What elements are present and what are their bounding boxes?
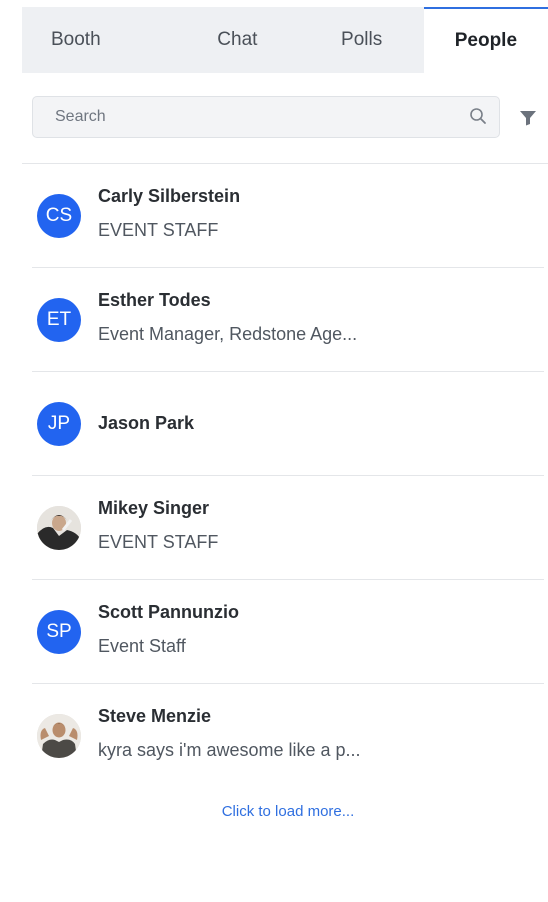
search-input[interactable] — [33, 97, 475, 137]
tab-people[interactable]: People — [423, 7, 548, 73]
person-name: Jason Park — [98, 413, 195, 433]
load-more-link[interactable]: Click to load more... — [0, 803, 548, 820]
search-box — [32, 96, 500, 138]
avatar: CS — [37, 194, 81, 238]
list-item[interactable]: CS Carly Silberstein EVENT STAFF — [32, 164, 544, 268]
search-row — [32, 96, 548, 140]
list-item[interactable]: ET Esther Todes Event Manager, Redstone … — [32, 268, 544, 372]
filter-icon[interactable] — [519, 110, 537, 126]
list-item[interactable]: Mikey Singer EVENT STAFF — [32, 476, 544, 580]
person-title: Event Staff — [98, 636, 186, 656]
tab-bar: Booth Chat Polls People — [22, 7, 548, 73]
tab-polls[interactable]: Polls — [300, 7, 424, 73]
person-name: Esther Todes — [98, 290, 211, 310]
person-name: Carly Silberstein — [98, 186, 241, 206]
search-icon[interactable] — [469, 107, 487, 125]
person-title: EVENT STAFF — [98, 532, 219, 552]
list-item[interactable]: Steve Menzie kyra says i'm awesome like … — [32, 684, 544, 787]
avatar: JP — [37, 402, 81, 446]
tab-chat[interactable]: Chat — [175, 7, 299, 73]
list-item[interactable]: JP Jason Park — [32, 372, 544, 476]
people-panel: Booth Chat Polls People CS Carly Silbers… — [0, 0, 548, 902]
avatar-photo — [37, 714, 81, 758]
person-title: EVENT STAFF — [98, 220, 219, 240]
avatar: ET — [37, 298, 81, 342]
person-title: kyra says i'm awesome like a p... — [98, 740, 361, 760]
avatar-photo — [37, 506, 81, 550]
person-name: Mikey Singer — [98, 498, 210, 518]
tab-booth[interactable]: Booth — [22, 7, 175, 73]
people-list: CS Carly Silberstein EVENT STAFF ET Esth… — [32, 164, 544, 787]
person-name: Steve Menzie — [98, 706, 212, 726]
avatar: SP — [37, 610, 81, 654]
person-name: Scott Pannunzio — [98, 602, 239, 622]
list-item[interactable]: SP Scott Pannunzio Event Staff — [32, 580, 544, 684]
person-title: Event Manager, Redstone Age... — [98, 324, 358, 344]
